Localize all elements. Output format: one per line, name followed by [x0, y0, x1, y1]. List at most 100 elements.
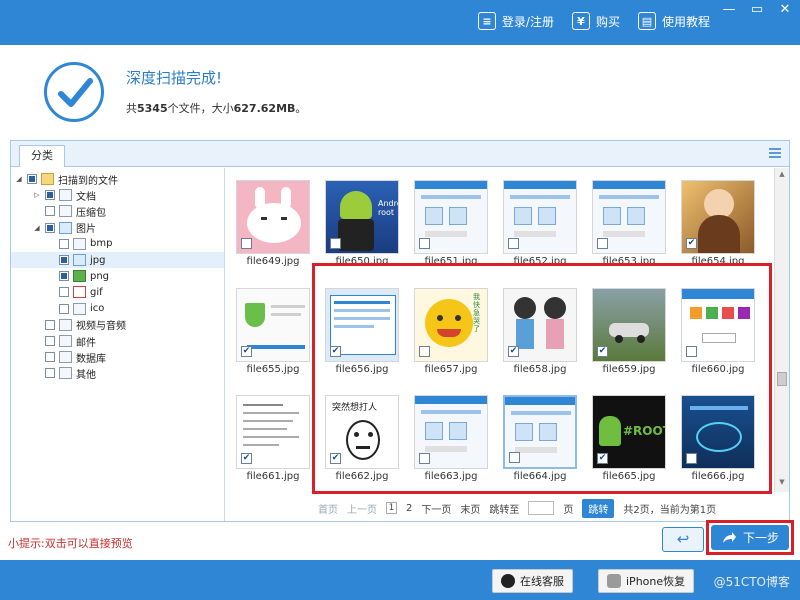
file-checkbox[interactable]: ✔: [597, 453, 608, 464]
file-tile[interactable]: ✔ file661.jpg: [234, 395, 312, 482]
tree-item-数据库[interactable]: 数据库: [33, 349, 106, 365]
scroll-down-arrow-icon[interactable]: ▼: [775, 478, 789, 490]
prev-page-link[interactable]: 上一页: [347, 501, 377, 516]
file-tile[interactable]: #ROOT✔ file665.jpg: [590, 395, 668, 482]
file-thumbnail[interactable]: ✔: [236, 288, 310, 362]
file-checkbox[interactable]: [419, 238, 430, 249]
tree-item-图片[interactable]: ◢ 图片: [33, 220, 96, 236]
online-service-button[interactable]: 在线客服: [492, 569, 573, 593]
expand-arrow-icon[interactable]: ◢: [15, 175, 23, 183]
scroll-up-arrow-icon[interactable]: ▲: [775, 170, 789, 182]
file-thumbnail[interactable]: [414, 395, 488, 469]
tree-item-扫描到的文件[interactable]: ◢ 扫描到的文件: [15, 171, 118, 187]
tree-item-文档[interactable]: ▷ 文档: [33, 187, 96, 203]
file-checkbox[interactable]: [509, 452, 520, 463]
tree-checkbox[interactable]: [59, 238, 69, 249]
tree-checkbox[interactable]: [45, 222, 55, 233]
file-checkbox[interactable]: [508, 238, 519, 249]
expand-arrow-icon[interactable]: ▷: [33, 191, 41, 199]
file-checkbox[interactable]: ✔: [330, 346, 341, 357]
tree-item-gif[interactable]: gif: [59, 284, 103, 300]
file-tile[interactable]: ✔ file655.jpg: [234, 288, 312, 375]
scroll-thumb[interactable]: [777, 372, 787, 386]
tree-checkbox[interactable]: [27, 174, 37, 184]
file-checkbox[interactable]: [686, 346, 697, 357]
file-tile[interactable]: file660.jpg: [679, 288, 757, 375]
file-tile[interactable]: 突然想打人 ✔ file662.jpg: [323, 395, 401, 482]
file-checkbox[interactable]: ✔: [330, 453, 341, 464]
file-thumbnail[interactable]: ✔: [325, 288, 399, 362]
file-checkbox[interactable]: ✔: [241, 453, 252, 464]
tree-item-bmp[interactable]: bmp: [59, 236, 112, 252]
file-checkbox[interactable]: [241, 238, 252, 249]
file-checkbox[interactable]: ✔: [597, 346, 608, 357]
buy-button[interactable]: ¥ 购买: [571, 12, 620, 30]
restore-button[interactable]: ▭: [750, 2, 764, 17]
file-tile[interactable]: file664.jpg: [501, 395, 579, 482]
jump-page-input[interactable]: [528, 501, 555, 515]
file-tile[interactable]: file652.jpg: [501, 180, 579, 267]
file-tile[interactable]: file663.jpg: [412, 395, 490, 482]
grid-scrollbar[interactable]: ▲ ▼: [774, 168, 789, 492]
file-checkbox[interactable]: [419, 453, 430, 464]
tree-checkbox[interactable]: [59, 255, 69, 265]
file-tile[interactable]: ✔ file656.jpg: [323, 288, 401, 375]
tutorial-button[interactable]: ▤ 使用教程: [637, 12, 710, 30]
file-tile[interactable]: file653.jpg: [590, 180, 668, 267]
close-button[interactable]: ✕: [778, 2, 792, 17]
next-step-button[interactable]: 下一步: [711, 525, 789, 550]
file-checkbox[interactable]: [597, 238, 608, 249]
tree-checkbox[interactable]: [45, 336, 55, 346]
back-button[interactable]: ↩: [662, 527, 704, 552]
file-thumbnail[interactable]: [681, 288, 755, 362]
tree-checkbox[interactable]: [59, 271, 69, 282]
file-tile[interactable]: ✔ file658.jpg: [501, 288, 579, 375]
file-tile[interactable]: file666.jpg: [679, 395, 757, 482]
file-tile[interactable]: file649.jpg: [234, 180, 312, 267]
file-thumbnail[interactable]: 我快急哭了: [414, 288, 488, 362]
tree-checkbox[interactable]: [45, 368, 55, 379]
file-checkbox[interactable]: ✔: [241, 346, 252, 357]
tree-item-其他[interactable]: 其他: [33, 365, 96, 381]
file-tile[interactable]: Androidroot file650.jpg: [323, 180, 401, 267]
tree-item-邮件[interactable]: 邮件: [33, 333, 96, 349]
file-thumbnail[interactable]: ✔: [592, 288, 666, 362]
tree-checkbox[interactable]: [45, 319, 55, 330]
page-2-link[interactable]: 2: [406, 503, 412, 514]
tree-item-jpg[interactable]: jpg: [11, 252, 224, 268]
file-thumbnail[interactable]: ✔: [681, 180, 755, 254]
jump-button[interactable]: 跳转: [582, 498, 615, 518]
tree-item-ico[interactable]: ico: [59, 301, 104, 317]
file-thumbnail[interactable]: 突然想打人 ✔: [325, 395, 399, 469]
iphone-recovery-button[interactable]: iPhone恢复: [598, 569, 695, 593]
file-thumbnail[interactable]: ✔: [503, 288, 577, 362]
file-thumbnail[interactable]: [236, 180, 310, 254]
file-checkbox[interactable]: [330, 238, 341, 249]
file-tile[interactable]: ✔ file654.jpg: [679, 180, 757, 267]
expand-arrow-icon[interactable]: ◢: [33, 224, 41, 232]
file-thumbnail[interactable]: [503, 180, 577, 254]
login-register-button[interactable]: ≡ 登录/注册: [477, 12, 554, 30]
file-checkbox[interactable]: [686, 453, 697, 464]
file-thumbnail[interactable]: #ROOT✔: [592, 395, 666, 469]
tree-checkbox[interactable]: [45, 206, 55, 217]
first-page-link[interactable]: 首页: [318, 501, 338, 516]
view-menu-icon[interactable]: [769, 148, 781, 160]
next-page-link[interactable]: 下一页: [421, 501, 451, 516]
tree-item-压缩包[interactable]: 压缩包: [33, 203, 106, 219]
file-tile[interactable]: file651.jpg: [412, 180, 490, 267]
file-thumbnail[interactable]: ✔: [236, 395, 310, 469]
file-checkbox[interactable]: [419, 346, 430, 357]
tab-category[interactable]: 分类: [19, 145, 65, 167]
file-thumbnail[interactable]: [681, 395, 755, 469]
minimize-button[interactable]: —: [722, 2, 736, 17]
tree-item-视频与音频[interactable]: 视频与音频: [33, 317, 126, 333]
file-thumbnail[interactable]: [503, 395, 577, 469]
tree-checkbox[interactable]: [59, 287, 69, 298]
tree-checkbox[interactable]: [45, 190, 55, 201]
file-thumbnail[interactable]: [592, 180, 666, 254]
last-page-link[interactable]: 末页: [460, 501, 480, 516]
file-checkbox[interactable]: ✔: [508, 346, 519, 357]
tree-item-png[interactable]: png: [59, 268, 109, 284]
tree-checkbox[interactable]: [45, 352, 55, 363]
